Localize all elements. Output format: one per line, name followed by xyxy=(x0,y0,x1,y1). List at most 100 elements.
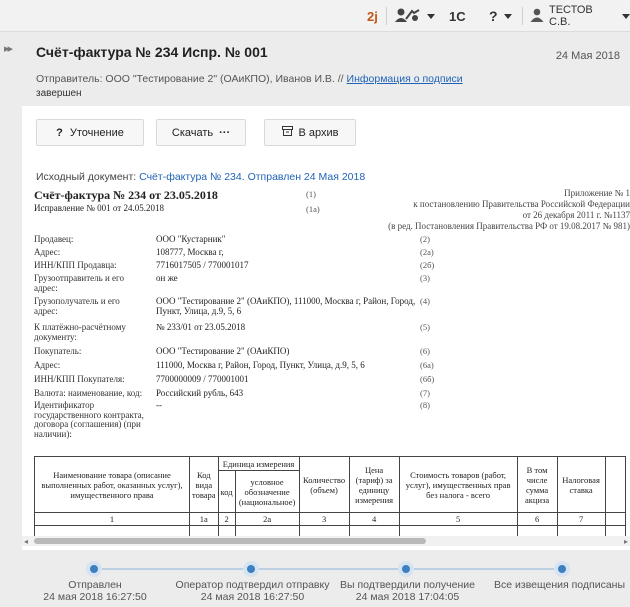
horizontal-scrollbar[interactable]: ◂ ▸ xyxy=(22,536,630,546)
sender-text: Отправитель: ООО "Тестирование 2" (ОАиКП… xyxy=(36,73,344,85)
column-header: Код вида товара xyxy=(189,456,219,513)
column-header: Наименование товара (описание выполненны… xyxy=(34,456,190,513)
field-num: (1) xyxy=(306,189,316,199)
table-cell: 5 xyxy=(398,512,518,526)
document-date: 24 Мая 2018 xyxy=(555,50,620,62)
connections-menu[interactable] xyxy=(395,6,435,26)
table-row: 1 1а 2 2а 3 4 5 6 7 xyxy=(34,512,626,526)
table-cell: 7 xyxy=(556,512,606,526)
table-header-row: Наименование товара (описание выполненны… xyxy=(34,456,626,513)
table-cell: 4 xyxy=(348,512,400,526)
archive-button[interactable]: В архив xyxy=(264,119,356,146)
field-num: (6а) xyxy=(420,360,434,370)
appendix-line: Приложение № 1 xyxy=(564,188,630,198)
scrollbar-thumb[interactable] xyxy=(34,538,426,544)
onec-label: 1С xyxy=(449,8,466,24)
field-label: Адрес: xyxy=(34,360,61,370)
user-name: ТЕСТОВ С.В. xyxy=(549,4,593,28)
timeline-step-date: 24 мая 2018 17:04:05 xyxy=(355,591,460,603)
signature-info-link[interactable]: Информация о подписи xyxy=(347,73,463,85)
field-label: Адрес: xyxy=(34,247,61,257)
table-cell: 2 xyxy=(217,512,236,526)
appendix-line: от 26 декабря 2011 г. №1137 xyxy=(522,210,630,220)
divider xyxy=(386,7,387,25)
question-icon: ? xyxy=(56,126,63,139)
field-label: ИНН/КПП Покупателя: xyxy=(34,374,125,384)
field-value: он же xyxy=(156,273,178,283)
timeline-step-date: 24 мая 2018 16:27:50 xyxy=(43,591,147,603)
timeline-dot xyxy=(554,561,570,577)
field-label: Покупатель: xyxy=(34,346,82,356)
clarify-label: Уточнение xyxy=(69,126,124,139)
column-header: Цена (тариф) за единицу измерения xyxy=(348,456,400,513)
column-header: Стоимость товаров (работ, услуг), имущес… xyxy=(398,456,518,513)
table-cell: 1а xyxy=(189,512,219,526)
field-label: Идентификатор государственного контракта… xyxy=(34,400,144,439)
clarify-button[interactable]: ? Уточнение xyxy=(36,119,144,146)
scroll-right-icon[interactable]: ▸ xyxy=(624,537,628,546)
appendix-line: (в ред. Постановления Правительства РФ о… xyxy=(388,221,630,231)
timeline-step-label: Оператор подтвердил отправку xyxy=(175,579,330,591)
source-document-link[interactable]: Счёт-фактура № 234. Отправлен 24 Мая 201… xyxy=(139,171,365,183)
field-value: ООО "Тестирование 2" (ОАиКПО) xyxy=(156,346,290,356)
field-num: (2а) xyxy=(420,247,434,257)
timeline-step-date: 24 мая 2018 16:27:50 xyxy=(200,591,305,603)
connections-icon xyxy=(395,7,421,26)
onec-button[interactable]: 1С xyxy=(449,6,466,26)
field-num: (7) xyxy=(420,388,430,398)
field-value: 111000, Москва г, Район, Город, Пункт, У… xyxy=(156,360,365,370)
timeline-track xyxy=(94,568,564,570)
column-header: Единица измерения xyxy=(217,456,300,471)
table-cell xyxy=(604,512,626,526)
timeline-step: Оператор подтвердил отправку 24 мая 2018… xyxy=(170,579,335,603)
user-menu[interactable]: ТЕСТОВ С.В. xyxy=(530,4,630,28)
download-label: Скачать xyxy=(171,126,214,139)
chevron-down-icon xyxy=(622,13,630,19)
field-value: Российский рубль, 643 xyxy=(156,388,244,398)
scroll-left-icon[interactable]: ◂ xyxy=(24,537,28,546)
help-menu[interactable]: ? xyxy=(489,6,512,26)
chevron-down-icon xyxy=(427,13,435,19)
field-num: (2) xyxy=(420,234,430,244)
diadoc-logo[interactable]: 2j xyxy=(367,6,378,26)
field-num: (1а) xyxy=(306,204,320,214)
status-text: завершен xyxy=(36,88,82,99)
field-num: (8) xyxy=(420,400,430,410)
timeline-step-label: Вы подтвердили получение xyxy=(340,579,475,591)
expand-sidebar-icon[interactable]: ▸▸ xyxy=(4,42,13,55)
archive-icon xyxy=(281,126,293,139)
field-num: (6) xyxy=(420,346,430,356)
timeline-step-label: Все извещения подписаны xyxy=(494,579,626,591)
timeline-dot xyxy=(398,561,414,577)
more-icon: ··· xyxy=(219,126,231,139)
column-header xyxy=(604,456,626,513)
field-value: ООО "Тестирование 2" (ОАиКПО), 111000, М… xyxy=(156,296,416,316)
correction-line: Исправление № 001 от 24.05.2018 xyxy=(34,203,164,213)
chevron-down-icon xyxy=(503,13,512,19)
column-header: Налоговая ставка xyxy=(556,456,606,513)
invoice-document: Счёт-фактура № 234 от 23.05.2018 (1) Исп… xyxy=(34,186,630,550)
column-header: В том числе сумма акциза xyxy=(516,456,558,513)
field-value: 7716017505 / 770001017 xyxy=(156,260,249,270)
field-label: Грузополучатель и его адрес: xyxy=(34,296,120,316)
table-cell: 2а xyxy=(234,512,300,526)
timeline-dot xyxy=(243,561,259,577)
field-value: -- xyxy=(156,400,162,410)
download-button[interactable]: Скачать ··· xyxy=(156,119,246,146)
table-cell: 6 xyxy=(516,512,558,526)
column-header: код xyxy=(217,470,236,513)
field-num: (4) xyxy=(420,296,430,306)
column-header: условное обозначение (национальное) xyxy=(234,470,300,513)
field-value: № 233/01 от 23.05.2018 xyxy=(156,322,246,332)
field-value: 108777, Москва г, xyxy=(156,247,224,257)
field-label: К платёжно-расчётному документу: xyxy=(34,322,126,342)
field-label: Грузоотправитель и его адрес: xyxy=(34,273,125,293)
timeline-step: Отправлен 24 мая 2018 16:27:50 xyxy=(20,579,170,603)
field-value: 7700000009 / 770001001 xyxy=(156,374,249,384)
field-num: (5) xyxy=(420,322,430,332)
timeline-step-label: Отправлен xyxy=(68,579,122,591)
timeline-step: Все извещения подписаны xyxy=(494,579,630,591)
field-num: (3) xyxy=(420,273,430,283)
column-header: Количество (объем) xyxy=(298,456,350,513)
top-bar: 2j 1С ? ТЕСТОВ С.В. xyxy=(0,0,630,32)
